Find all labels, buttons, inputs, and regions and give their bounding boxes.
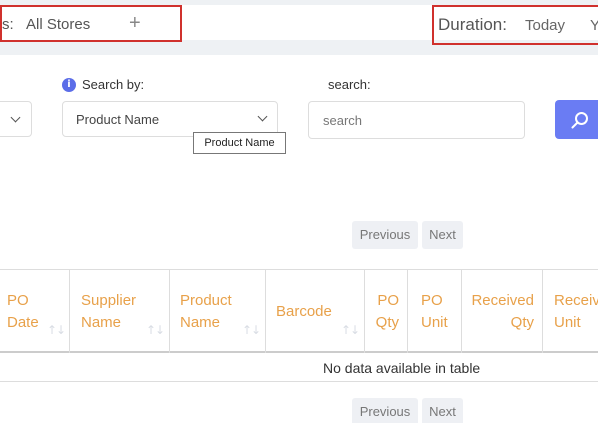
next-button[interactable]: Next <box>422 398 463 423</box>
column-header-received-qty[interactable]: Received Qty <box>462 270 543 353</box>
column-header-po-unit[interactable]: PO Unit <box>408 270 462 353</box>
column-header-barcode[interactable]: Barcode ↑↓ <box>266 270 365 353</box>
previous-button[interactable]: Previous <box>352 398 418 423</box>
chevron-down-icon <box>257 111 268 122</box>
info-icon: i <box>62 78 76 92</box>
chevron-down-icon <box>10 112 21 123</box>
stores-value[interactable]: All Stores <box>26 16 90 33</box>
next-button[interactable]: Next <box>422 221 463 249</box>
stores-filter[interactable]: s: All Stores + <box>0 5 182 42</box>
duration-today-option[interactable]: Today <box>525 17 565 34</box>
search-label: search: <box>328 77 371 92</box>
search-by-value: Product Name <box>76 112 160 127</box>
column-header-product-name[interactable]: Product Name ↑↓ <box>170 270 266 353</box>
search-button[interactable] <box>555 100 598 139</box>
table-header: PO Date ↑↓ Supplier Name ↑↓ Product Name… <box>0 269 598 353</box>
column-header-received-unit[interactable]: Receiv Unit <box>543 270 598 353</box>
table-row: No data available in table <box>0 353 598 382</box>
column-header-po-qty[interactable]: PO Qty <box>365 270 408 353</box>
search-by-label: Search by: <box>82 77 145 92</box>
search-panel: i Search by: Product Name Product Name s… <box>0 55 598 423</box>
sort-icon: ↑↓ <box>242 323 261 337</box>
sort-icon: ↑↓ <box>47 323 66 337</box>
duration-next-option[interactable]: Y <box>590 17 598 34</box>
duration-filter: Duration: Today Y <box>432 5 598 45</box>
tooltip: Product Name <box>193 132 286 154</box>
left-select-dropdown[interactable] <box>0 101 32 137</box>
sort-icon: ↑↓ <box>341 323 360 337</box>
column-header-po-date[interactable]: PO Date ↑↓ <box>0 270 70 353</box>
previous-button[interactable]: Previous <box>352 221 418 249</box>
sort-icon: ↑↓ <box>146 323 165 337</box>
stores-label: s: <box>2 16 14 33</box>
add-store-icon[interactable]: + <box>129 13 141 33</box>
empty-table-message: No data available in table <box>323 360 481 376</box>
search-icon <box>571 112 588 129</box>
column-header-supplier-name[interactable]: Supplier Name ↑↓ <box>70 270 170 353</box>
search-input[interactable] <box>308 101 525 139</box>
duration-label: Duration: <box>438 15 507 34</box>
top-filter-bar: s: All Stores + Duration: Today Y <box>0 5 598 45</box>
